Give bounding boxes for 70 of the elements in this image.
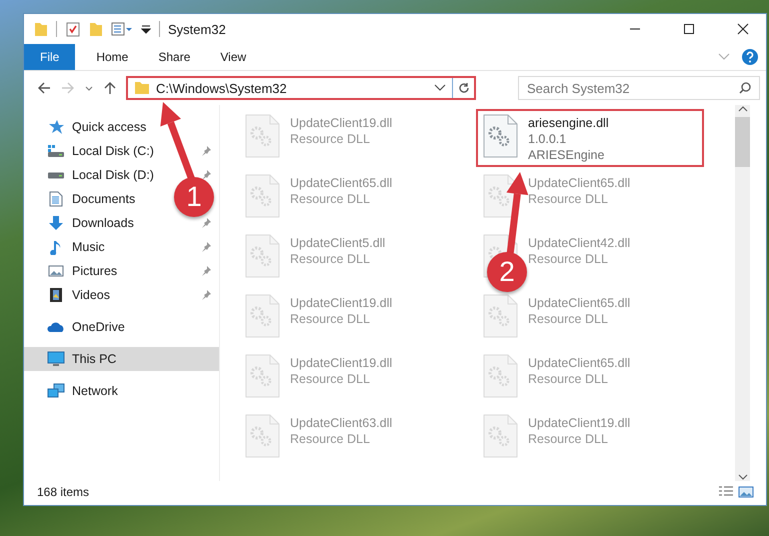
ribbon-tab[interactable]: File bbox=[24, 44, 76, 70]
file-detail: 1.0.0.1 bbox=[528, 131, 566, 147]
file-detail: Resource DLL bbox=[528, 311, 608, 327]
back-icon bbox=[37, 81, 51, 95]
download-arrow-icon bbox=[48, 215, 64, 231]
scroll-down-icon[interactable] bbox=[738, 473, 748, 481]
search-field[interactable]: Search System32 bbox=[518, 76, 760, 100]
file-detail: Resource DLL bbox=[290, 371, 370, 387]
film-icon bbox=[49, 287, 63, 303]
close-icon bbox=[737, 23, 749, 35]
nav-item[interactable]: Pictures bbox=[46, 260, 118, 282]
scroll-up-icon[interactable] bbox=[738, 105, 748, 113]
network-icon bbox=[47, 383, 65, 399]
ribbon-tab[interactable]: Share bbox=[143, 44, 206, 70]
nav-item[interactable]: Videos bbox=[46, 284, 110, 306]
nav-item[interactable]: Downloads bbox=[46, 212, 134, 234]
file-detail: Resource DLL bbox=[528, 191, 608, 207]
pin-icon[interactable] bbox=[201, 146, 211, 156]
file-detail: Resource DLL bbox=[290, 311, 370, 327]
refresh-icon bbox=[458, 82, 470, 94]
scrollbar[interactable] bbox=[735, 105, 750, 481]
nav-item[interactable]: Documents bbox=[46, 188, 136, 210]
pin-icon[interactable] bbox=[201, 290, 211, 300]
nav-item[interactable]: This PC bbox=[46, 348, 116, 370]
search-icon[interactable] bbox=[739, 82, 751, 94]
file-name[interactable]: ariesengine.dll bbox=[528, 115, 609, 131]
help-icon[interactable] bbox=[742, 49, 758, 65]
pin-icon[interactable] bbox=[201, 266, 211, 276]
file-detail: Resource DLL bbox=[290, 251, 370, 267]
nav-item[interactable]: Music bbox=[46, 236, 105, 258]
large-icons-view-button[interactable] bbox=[736, 485, 756, 499]
file-detail: Resource DLL bbox=[290, 431, 370, 447]
maximize-icon bbox=[683, 23, 695, 35]
ribbon-tab[interactable]: Home bbox=[81, 44, 144, 70]
cloud-icon bbox=[47, 321, 65, 333]
checklist-icon[interactable] bbox=[65, 21, 81, 37]
pin-icon[interactable] bbox=[201, 218, 211, 228]
dropdown-caret-icon[interactable] bbox=[141, 24, 151, 34]
chevron-down-icon bbox=[85, 86, 93, 90]
large-icons-view-icon bbox=[738, 485, 754, 499]
properties-icon[interactable] bbox=[111, 21, 133, 37]
drive-icon bbox=[47, 172, 65, 178]
nav-item[interactable]: Quick access bbox=[46, 116, 146, 138]
up-icon bbox=[103, 81, 117, 95]
picture-icon bbox=[48, 264, 64, 278]
file-detail: Resource DLL bbox=[290, 131, 370, 147]
forward-icon bbox=[61, 81, 75, 95]
drive-icon bbox=[47, 144, 65, 158]
nav-item[interactable]: Local Disk (C:) bbox=[46, 140, 154, 162]
scrollbar-thumb[interactable] bbox=[735, 117, 750, 167]
file-detail: Resource DLL bbox=[290, 191, 370, 207]
file-detail: ARIESEngine bbox=[528, 147, 604, 163]
pin-icon[interactable] bbox=[201, 242, 211, 252]
ribbon-tab[interactable]: View bbox=[205, 44, 262, 70]
file-detail: Resource DLL bbox=[528, 431, 608, 447]
file-detail: Resource DLL bbox=[528, 251, 608, 267]
address-bar[interactable]: C:\Windows\System32 bbox=[126, 76, 476, 100]
nav-item[interactable]: Network bbox=[46, 380, 118, 402]
pin-icon[interactable] bbox=[201, 170, 211, 180]
star-icon bbox=[48, 119, 64, 135]
music-note-icon bbox=[49, 239, 63, 255]
chevron-down-icon[interactable] bbox=[434, 84, 446, 92]
nav-item[interactable]: OneDrive bbox=[46, 316, 125, 338]
computer-icon bbox=[47, 351, 65, 367]
file-detail: Resource DLL bbox=[528, 371, 608, 387]
window-title: System32 bbox=[168, 22, 227, 36]
item-count: 168 items bbox=[37, 485, 90, 499]
folder-icon bbox=[134, 81, 150, 95]
nav-item[interactable]: Local Disk (D:) bbox=[46, 164, 154, 186]
document-icon bbox=[49, 191, 63, 207]
